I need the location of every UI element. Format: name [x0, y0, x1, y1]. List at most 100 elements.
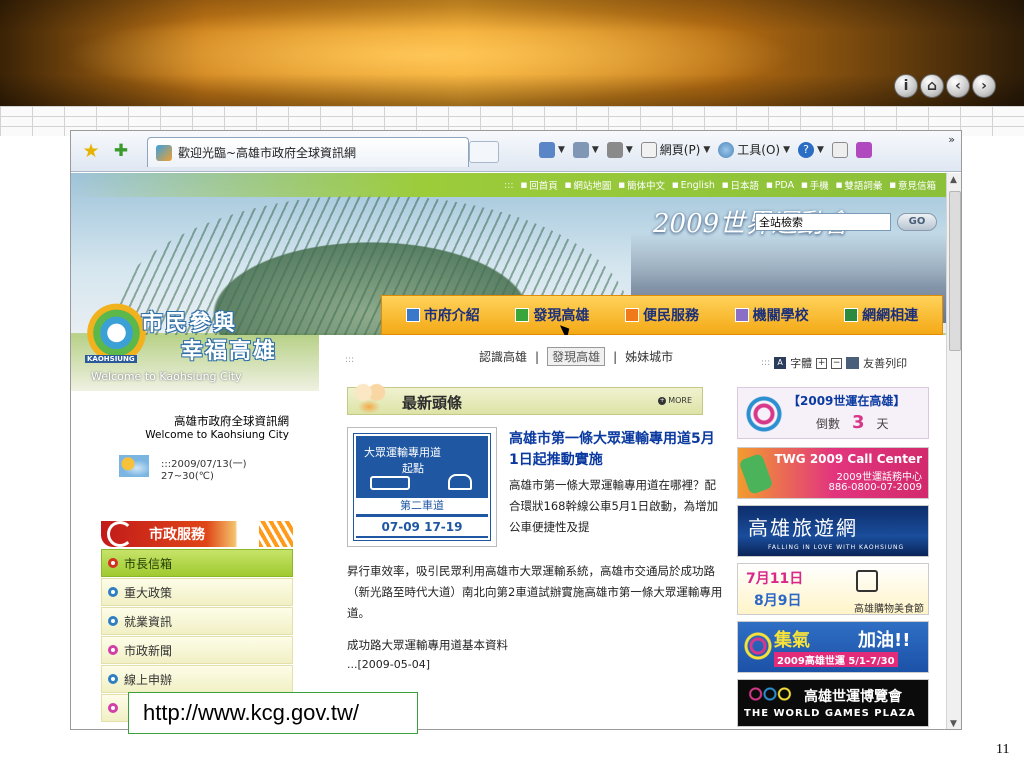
font-size-label: 字體 [790, 357, 813, 370]
link-sitemap[interactable]: ■ 網站地圖 [565, 178, 612, 192]
bus-icon [370, 476, 410, 490]
site-search: GO [755, 213, 937, 231]
link-label: 日本語 [730, 181, 760, 192]
print-icon [846, 357, 860, 369]
link-glossary[interactable]: ■ 雙語詞彙 [836, 178, 883, 192]
separator: ::: [345, 355, 355, 365]
service-employment-info[interactable]: 就業資訊 [101, 607, 293, 635]
font-size-icon: A [774, 357, 787, 369]
sign-hours: 07-09 17-19 [356, 516, 488, 536]
main-menu: 市府介紹 發現高雄 便民服務 機關學校 網網相連 [381, 295, 943, 335]
banner-call-line2: 2009世運話務中心 [836, 472, 922, 483]
menu-icon [844, 308, 859, 322]
command-bar: ▼ ▼ ▼ 網頁(P) ▼ 工具(O) ▼ ? ▼ [539, 141, 872, 158]
favorites-star-icon[interactable]: ★ [81, 141, 101, 161]
link-mobile[interactable]: ■ 手機 [801, 178, 829, 192]
home-button[interactable]: ⌂ [920, 74, 944, 98]
menu-label: 發現高雄 [533, 308, 590, 324]
link-feedback[interactable]: ■ 意見信箱 [889, 178, 936, 192]
scroll-up-icon[interactable]: ▲ [950, 175, 957, 185]
banner-food-line2: 8月9日 [754, 593, 802, 609]
chevron-down-icon: ▼ [703, 144, 711, 155]
friendly-print-link[interactable]: 友善列印 [863, 355, 907, 371]
link-label: 雙語詞彙 [844, 181, 883, 192]
service-online-application[interactable]: 線上申辦 [101, 665, 293, 693]
subnav-sister-cities[interactable]: 姊妹城市 [625, 348, 673, 365]
scrollbar-thumb[interactable] [949, 191, 961, 351]
services-header: 市政服務 [101, 521, 293, 547]
add-favorite-icon[interactable]: ✚ [111, 141, 131, 161]
page-viewport: 2009世界運動會 ::: ■ 回首頁 ■ 網站地圖 ■ 簡体中文 ■ English … [71, 173, 961, 729]
back-button[interactable]: ‹ [946, 74, 970, 98]
menu-services[interactable]: 便民服務 [624, 305, 699, 325]
banner-call-center[interactable]: TWG 2009 Call Center 2009世運話務中心 886-0800… [737, 447, 929, 499]
left-column: 高雄市政府全球資訊網 Welcome to Kaohsiung City :::… [71, 391, 319, 729]
messenger-command[interactable] [855, 141, 872, 158]
bullet-icon [108, 616, 118, 626]
banner-food-festival[interactable]: 7月11日 8月9日 高雄購物美食節 [737, 563, 929, 615]
city-logo-area: KAOHSIUNG 市民參與 幸福高雄 [85, 301, 305, 381]
subnav-discover-kaohsiung[interactable]: 發現高雄 [547, 347, 606, 366]
right-column: ::: A 字體 + − 友善列印 【2009世運在高雄】 倒數 3 天 TWG [731, 335, 946, 729]
browser-tab[interactable]: 歡迎光臨~高雄市政府全球資訊網 [147, 137, 469, 167]
shopping-bag-icon [856, 570, 878, 592]
news-photo[interactable]: 大眾運輸專用道 起點 第二車道 07-09 17-19 [347, 427, 497, 547]
site-name-chinese: 高雄市政府全球資訊網 [174, 414, 289, 428]
world-games-rings-icon [746, 686, 794, 702]
link-english[interactable]: ■ English [672, 180, 715, 191]
feeds-command[interactable]: ▼ [572, 141, 599, 158]
menu-city-intro[interactable]: 市府介紹 [405, 305, 480, 325]
countdown-row: 倒數 3 天 [816, 412, 889, 433]
info-button[interactable]: i [894, 74, 918, 98]
countdown-title: 【2009世運在高雄】 [788, 394, 906, 408]
bullet-icon: ■ [671, 181, 679, 189]
slide-page-number: 11 [996, 742, 1010, 757]
menu-icon [405, 308, 420, 322]
forward-button[interactable]: › [972, 74, 996, 98]
home-icon [539, 141, 555, 158]
world-games-countdown[interactable]: 【2009世運在高雄】 倒數 3 天 [737, 387, 929, 439]
banner-expo[interactable]: 高雄世運博覽會 THE WORLD GAMES PLAZA [737, 679, 929, 727]
font-decrease-icon[interactable]: − [831, 357, 843, 369]
news-detail-link[interactable]: 成功路大眾運輸專用道基本資料 [347, 637, 727, 653]
link-label: 網站地圖 [573, 181, 612, 192]
news-headline-link[interactable]: 高雄市第一條大眾運輸專用道5月1日起推動實施 [509, 429, 719, 471]
page-menu[interactable]: 網頁(P) ▼ [640, 141, 711, 158]
more-button[interactable]: + MORE [658, 396, 692, 405]
menu-links[interactable]: 網網相連 [844, 305, 918, 325]
messenger-icon [855, 141, 872, 158]
service-major-policies[interactable]: 重大政策 [101, 578, 293, 606]
banner-call-line3: 886-0800-07-2009 [828, 482, 922, 493]
link-simplified-chinese[interactable]: ■ 簡体中文 [618, 178, 665, 192]
vertical-scrollbar[interactable]: ▲ ▼ [946, 173, 961, 729]
banner-expo-sub: THE WORLD GAMES PLAZA [744, 708, 916, 719]
help-menu[interactable]: ? ▼ [798, 141, 824, 158]
menu-agencies[interactable]: 機關學校 [734, 305, 809, 325]
service-mayor-mailbox[interactable]: 市長信箱 [101, 549, 293, 577]
font-increase-icon[interactable]: + [816, 357, 828, 369]
countdown-unit: 天 [876, 417, 889, 431]
toolbar-overflow-button[interactable]: » [948, 133, 955, 146]
chevron-down-icon: ▼ [558, 144, 565, 155]
print-icon [606, 141, 623, 158]
menu-discover[interactable]: 發現高雄 [515, 305, 589, 325]
feed-icon [572, 141, 589, 158]
chevron-down-icon: ▼ [817, 144, 824, 155]
search-go-button[interactable]: GO [897, 213, 937, 231]
new-tab-button[interactable] [469, 141, 499, 163]
tools-menu[interactable]: 工具(O) ▼ [718, 141, 790, 158]
research-command[interactable] [831, 141, 848, 158]
print-command[interactable]: ▼ [606, 141, 633, 158]
link-japanese[interactable]: ■ 日本語 [722, 178, 759, 192]
link-pda[interactable]: ■ PDA [766, 180, 794, 191]
site-search-input[interactable] [755, 213, 891, 231]
service-city-news[interactable]: 市政新聞 [101, 636, 293, 664]
scroll-down-icon[interactable]: ▼ [950, 719, 957, 729]
home-command[interactable]: ▼ [539, 141, 565, 158]
banner-travel[interactable]: 高雄旅遊網 FALLING IN LOVE WITH KAOHSIUNG [737, 505, 929, 557]
browser-screenshot: ★ ✚ 歡迎光臨~高雄市政府全球資訊網 ▼ ▼ ▼ 網頁(P) ▼ 工具(O) ▼ … [70, 130, 962, 730]
link-home[interactable]: ■ 回首頁 [521, 178, 558, 192]
slide-banner: i ⌂ ‹ › [0, 0, 1024, 106]
subnav-about-kaohsiung[interactable]: 認識高雄 [479, 348, 527, 365]
banner-cheer[interactable]: 集氣 加油!! 2009高雄世運 5/1-7/30 [737, 621, 929, 673]
